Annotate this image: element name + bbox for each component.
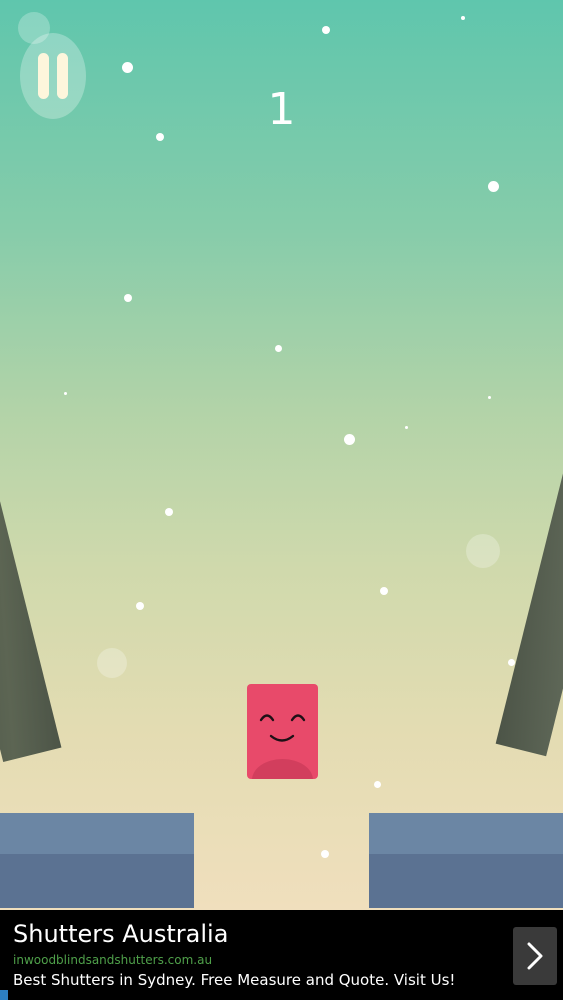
- ad-title[interactable]: Shutters Australia: [13, 920, 228, 948]
- score-counter: 1: [267, 84, 296, 135]
- snowflake: [488, 181, 499, 192]
- snowflake: [380, 587, 388, 595]
- platform-top: [369, 813, 563, 854]
- right-platform: [369, 813, 563, 908]
- ad-url[interactable]: inwoodblindsandshutters.com.au: [13, 953, 212, 967]
- snowflake: [165, 508, 173, 516]
- snowflake: [64, 392, 67, 395]
- left-platform: [0, 813, 194, 908]
- chevron-right-icon: [527, 942, 543, 970]
- smiling-face-icon: [259, 714, 306, 742]
- game-canvas[interactable]: 1: [0, 0, 563, 910]
- snowflake: [466, 534, 500, 568]
- platform-side: [369, 854, 563, 908]
- snowflake: [405, 426, 408, 429]
- ad-description[interactable]: Best Shutters in Sydney. Free Measure an…: [13, 971, 455, 989]
- snowflake: [321, 850, 329, 858]
- snowflake: [156, 133, 164, 141]
- snowflake: [508, 659, 515, 666]
- player-block: [247, 684, 318, 779]
- snowflake: [488, 396, 491, 399]
- ad-open-button[interactable]: [513, 927, 557, 985]
- snowflake: [122, 62, 133, 73]
- right-pillar: [495, 413, 563, 757]
- snowflake: [461, 16, 465, 20]
- snowflake: [322, 26, 330, 34]
- ad-choices-icon[interactable]: [0, 990, 8, 1000]
- snowflake: [97, 648, 127, 678]
- left-pillar: [0, 407, 62, 763]
- snowflake: [374, 781, 381, 788]
- snowflake: [124, 294, 132, 302]
- platform-side: [0, 854, 194, 908]
- snowflake: [136, 602, 144, 610]
- snowflake: [275, 345, 282, 352]
- snowflake: [344, 434, 355, 445]
- platform-top: [0, 813, 194, 854]
